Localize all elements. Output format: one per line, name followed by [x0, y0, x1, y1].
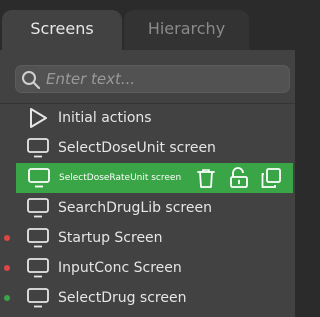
list-item-screen[interactable]: InputConc Screen — [0, 253, 295, 283]
list-item-screen[interactable]: Startup Screen — [0, 223, 295, 253]
search-input[interactable] — [46, 68, 284, 90]
copy-icon[interactable] — [260, 167, 282, 189]
screens-panel: Initial actions SelectDoseUnit screen Se… — [0, 50, 295, 317]
play-icon — [30, 108, 47, 128]
search-icon — [22, 71, 41, 90]
status-dot-red — [4, 265, 10, 271]
monitor-icon — [27, 228, 49, 248]
status-dot-red — [4, 235, 10, 241]
unlock-icon[interactable] — [228, 167, 250, 189]
list-item-label: SearchDrugLib screen — [58, 200, 212, 216]
list-item-label: InputConc Screen — [58, 260, 182, 276]
list-item-label: SelectDoseRateUnit screen — [59, 173, 182, 183]
monitor-icon — [27, 258, 49, 278]
list-item-label: SelectDrug screen — [58, 290, 187, 306]
list-item-label: SelectDoseUnit screen — [58, 140, 216, 156]
trash-icon[interactable] — [196, 167, 216, 189]
search-box[interactable] — [15, 65, 290, 93]
list-item-screen-selected[interactable]: SelectDoseRateUnit screen — [16, 163, 293, 193]
tab-bar: Screens Hierarchy — [0, 0, 295, 50]
status-dot-green — [4, 295, 10, 301]
list-item-initial-actions[interactable]: Initial actions — [0, 103, 295, 133]
monitor-icon — [28, 168, 50, 188]
list-item-screen[interactable]: SelectDrug screen — [0, 283, 295, 313]
list-item-screen[interactable]: SearchDrugLib screen — [0, 193, 295, 223]
list-item-label: Initial actions — [58, 110, 152, 126]
monitor-icon — [27, 288, 49, 308]
tab-screens[interactable]: Screens — [2, 10, 122, 50]
monitor-icon — [27, 138, 49, 158]
tab-hierarchy[interactable]: Hierarchy — [124, 10, 249, 50]
list-item-screen[interactable]: SelectDoseUnit screen — [0, 133, 295, 163]
monitor-icon — [27, 198, 49, 218]
list-item-label: Startup Screen — [58, 230, 163, 246]
